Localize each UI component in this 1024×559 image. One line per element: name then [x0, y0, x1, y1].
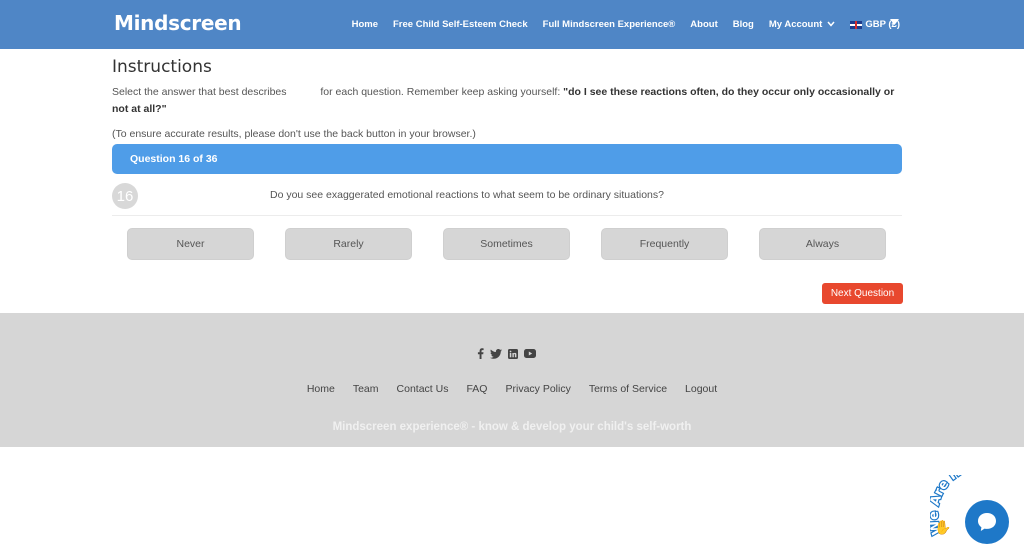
caret-down-icon[interactable] [890, 17, 899, 29]
nav-my-account[interactable]: My Account [769, 19, 835, 30]
youtube-icon[interactable] [524, 349, 536, 358]
nav-about[interactable]: About [690, 19, 717, 30]
footer-link-home[interactable]: Home [307, 383, 335, 395]
footer-link-faq[interactable]: FAQ [466, 383, 487, 395]
question-progress-bar: Question 16 of 36 [112, 144, 902, 174]
instructions-title: Instructions [112, 57, 212, 77]
answer-always-button[interactable]: Always [759, 228, 886, 260]
uk-flag-icon [850, 20, 863, 29]
linkedin-icon[interactable] [508, 348, 518, 359]
nav-full-experience[interactable]: Full Mindscreen Experience® [543, 19, 676, 30]
site-header: Mindscreen Home Free Child Self-Esteem C… [0, 0, 1024, 49]
instructions-text: Select the answer that best describes fo… [112, 84, 902, 118]
footer-tagline: Mindscreen experience® - know & develop … [332, 421, 692, 433]
chat-widget: We Are Here! ✋ [930, 475, 1024, 559]
answer-sometimes-button[interactable]: Sometimes [443, 228, 570, 260]
chevron-down-icon [827, 20, 835, 29]
footer-link-contact[interactable]: Contact Us [397, 383, 449, 395]
footer-link-terms[interactable]: Terms of Service [589, 383, 667, 395]
footer-link-team[interactable]: Team [353, 383, 379, 395]
nav-home[interactable]: Home [352, 19, 378, 30]
question-number-badge: 16 [112, 183, 138, 209]
answer-options: Never Rarely Sometimes Frequently Always [127, 228, 887, 260]
waving-hand-icon: ✋ [934, 519, 952, 535]
footer-nav: Home Team Contact Us FAQ Privacy Policy … [0, 383, 1024, 395]
footer-link-logout[interactable]: Logout [685, 383, 717, 395]
chat-bubble-icon [978, 513, 996, 531]
social-links [477, 348, 542, 359]
answer-rarely-button[interactable]: Rarely [285, 228, 412, 260]
instructions-note: (To ensure accurate results, please don'… [112, 128, 476, 140]
question-divider [112, 215, 902, 216]
nav-free-check[interactable]: Free Child Self-Esteem Check [393, 19, 528, 30]
question-progress-label: Question 16 of 36 [130, 153, 218, 165]
next-question-button[interactable]: Next Question [822, 283, 903, 304]
chat-open-button[interactable] [965, 500, 1009, 544]
nav-my-account-label: My Account [768, 19, 823, 30]
facebook-icon[interactable] [477, 348, 484, 359]
site-logo[interactable]: Mindscreen [114, 11, 242, 35]
instructions-text-before: Select the answer that best describes [112, 86, 287, 98]
answer-frequently-button[interactable]: Frequently [601, 228, 728, 260]
answer-never-button[interactable]: Never [127, 228, 254, 260]
nav-blog[interactable]: Blog [733, 19, 754, 30]
footer-link-privacy[interactable]: Privacy Policy [505, 383, 570, 395]
instructions-text-after: for each question. Remember keep asking … [320, 86, 561, 98]
main-nav: Home Free Child Self-Esteem Check Full M… [337, 0, 900, 49]
question-text: Do you see exaggerated emotional reactio… [270, 189, 664, 201]
twitter-icon[interactable] [490, 348, 502, 359]
